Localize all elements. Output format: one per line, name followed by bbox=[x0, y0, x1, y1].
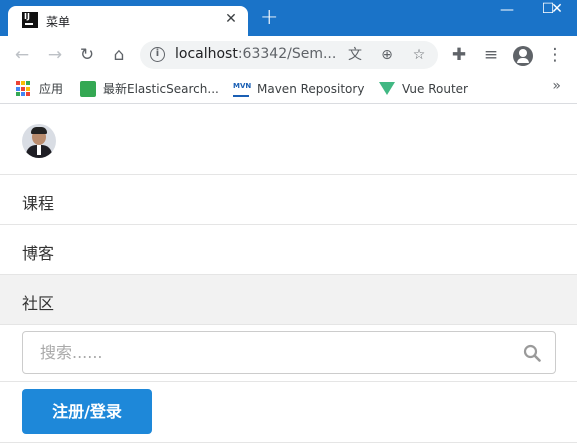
divider bbox=[0, 442, 577, 443]
reading-list-icon[interactable]: ≡ bbox=[481, 45, 501, 65]
nav-item-courses[interactable]: 课程 bbox=[0, 175, 577, 225]
bookmark-apps[interactable]: 应用 bbox=[39, 80, 63, 98]
page-content: 课程 博客 社区 注册/登录 bbox=[0, 105, 577, 448]
vue-icon bbox=[379, 82, 395, 95]
reload-icon[interactable]: ↻ bbox=[77, 45, 97, 65]
more-menu-icon[interactable]: ⋮ bbox=[545, 45, 565, 65]
nav-item-blog[interactable]: 博客 bbox=[0, 225, 577, 275]
brand-avatar[interactable] bbox=[22, 124, 56, 158]
new-tab-button[interactable]: + bbox=[260, 7, 278, 29]
tab-title: 菜单 bbox=[46, 15, 71, 29]
nav-item-community[interactable]: 社区 bbox=[0, 275, 577, 325]
search-row bbox=[0, 323, 577, 382]
navbar-brand-row bbox=[0, 105, 577, 175]
bookmark-star-icon[interactable]: ☆ bbox=[410, 46, 428, 64]
intellij-favicon-icon: IJ bbox=[22, 12, 38, 28]
nav-item-label: 博客 bbox=[22, 244, 55, 263]
avatar-shirt bbox=[37, 145, 41, 155]
apps-grid-icon bbox=[16, 81, 32, 97]
minimize-button[interactable]: — bbox=[487, 2, 527, 22]
url-text[interactable]: localhost:63342/Sem... bbox=[175, 46, 336, 62]
elasticsearch-icon bbox=[80, 81, 96, 97]
more-bookmarks-icon[interactable]: » bbox=[552, 78, 561, 94]
site-info-icon[interactable]: i bbox=[150, 47, 165, 62]
forward-arrow-icon[interactable]: → bbox=[45, 45, 65, 65]
extensions-puzzle-icon[interactable]: ✚ bbox=[449, 45, 469, 65]
back-arrow-icon[interactable]: ← bbox=[12, 45, 32, 65]
browser-titlebar: IJ 菜单 ✕ + — ☐ ✕ bbox=[0, 0, 577, 36]
url-host: localhost bbox=[175, 46, 238, 62]
search-box bbox=[22, 331, 556, 374]
zoom-icon[interactable]: ⊕ bbox=[378, 46, 396, 64]
avatar-hair bbox=[31, 127, 47, 134]
nav-item-label: 社区 bbox=[22, 294, 55, 313]
nav-item-label: 课程 bbox=[22, 194, 55, 213]
address-bar[interactable]: i localhost:63342/Sem... 文 ⊕ ☆ bbox=[140, 41, 438, 69]
bookmark-vue-router[interactable]: Vue Router bbox=[402, 80, 468, 98]
bookmark-elasticsearch[interactable]: 最新ElasticSearch... bbox=[103, 80, 219, 98]
bookmarks-bar: 应用 最新ElasticSearch... MVN Maven Reposito… bbox=[0, 74, 577, 104]
register-login-button[interactable]: 注册/登录 bbox=[22, 389, 152, 434]
profile-avatar-icon[interactable] bbox=[513, 46, 533, 66]
translate-icon[interactable]: 文 bbox=[346, 46, 364, 64]
tab-close-icon[interactable]: ✕ bbox=[222, 11, 240, 27]
maven-icon: MVN bbox=[233, 81, 251, 97]
home-icon[interactable]: ⌂ bbox=[109, 45, 129, 65]
search-icon[interactable] bbox=[523, 344, 541, 362]
search-input[interactable] bbox=[23, 332, 513, 373]
close-window-button[interactable]: ✕ bbox=[537, 1, 577, 21]
url-path: :63342/Sem... bbox=[237, 46, 337, 62]
bookmark-maven[interactable]: Maven Repository bbox=[257, 80, 364, 98]
browser-toolbar: ← → ↻ ⌂ i localhost:63342/Sem... 文 ⊕ ☆ ✚… bbox=[0, 36, 577, 74]
browser-tab[interactable]: IJ 菜单 ✕ bbox=[8, 6, 248, 36]
